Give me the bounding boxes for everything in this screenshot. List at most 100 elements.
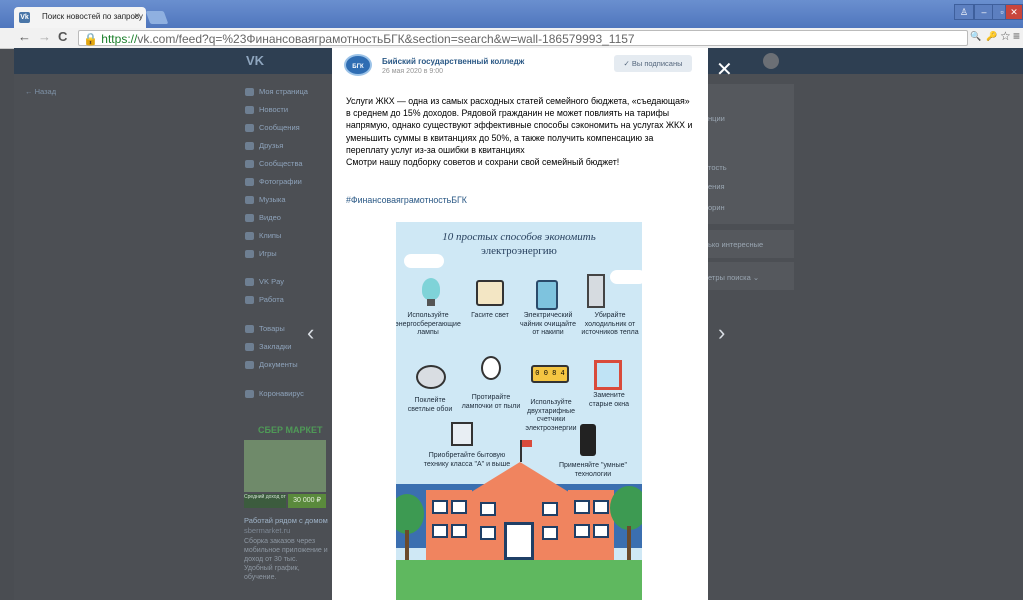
- sidebar-item[interactable]: Коронавирус: [259, 389, 304, 398]
- next-photo-arrow-icon[interactable]: ›: [718, 320, 725, 346]
- lock-icon: 🔒: [83, 32, 98, 46]
- post-author[interactable]: Бийский государственный колледж: [382, 57, 524, 66]
- ad-site[interactable]: sbermarket.ru: [244, 526, 290, 535]
- college-logo[interactable]: БГК: [344, 54, 372, 76]
- post-text-body: Услуги ЖКХ — одна из самых расходных ста…: [346, 96, 693, 155]
- post-text: Услуги ЖКХ — одна из самых расходных ста…: [346, 95, 696, 168]
- right-item[interactable]: тость: [708, 163, 727, 172]
- menu-item-icon: [245, 278, 254, 286]
- tip-5: Поклейте светлые обои: [407, 397, 453, 413]
- sidebar-item[interactable]: Новости: [259, 105, 288, 114]
- sidebar-item[interactable]: Видео: [259, 213, 281, 222]
- sidebar-item[interactable]: Товары: [259, 324, 285, 333]
- right-item[interactable]: орин: [708, 203, 725, 212]
- window: [593, 500, 609, 514]
- avatar[interactable]: [763, 53, 779, 69]
- reload-icon[interactable]: C: [58, 29, 67, 44]
- tree-trunk: [405, 530, 409, 560]
- lamp-base-icon: [427, 299, 435, 306]
- tip-3: Электрический чайник очищайте от накипи: [519, 312, 577, 336]
- close-viewer-icon[interactable]: ✕: [716, 57, 733, 82]
- window-close-button[interactable]: ✕: [1005, 4, 1023, 20]
- zoom-icon[interactable]: 🔍: [970, 31, 981, 42]
- sidebar-item[interactable]: Документы: [259, 360, 298, 369]
- tip-7: Используйте двухтарифные счетчики электр…: [525, 399, 577, 432]
- sidebar-item[interactable]: Сообщества: [259, 159, 303, 168]
- ad-image[interactable]: [244, 440, 326, 492]
- sidebar-item[interactable]: Друзья: [259, 141, 283, 150]
- minimize-button[interactable]: –: [974, 4, 994, 20]
- sidebar-item[interactable]: Моя страница: [259, 87, 308, 96]
- tab-title: Поиск новостей по запросу: [42, 12, 143, 21]
- menu-item-icon: [245, 390, 254, 398]
- menu-icon[interactable]: ≡: [1013, 29, 1020, 43]
- light-switch-icon: [476, 280, 504, 306]
- menu-item-icon: [245, 106, 254, 114]
- tip-2: Гасите свет: [471, 312, 509, 319]
- infographic-title-line2: электроэнергию: [481, 245, 557, 257]
- window: [542, 526, 558, 540]
- key-icon[interactable]: 🔑: [986, 31, 997, 42]
- menu-item-icon: [245, 214, 254, 222]
- tree-trunk: [627, 526, 631, 560]
- tree-right: [610, 486, 642, 530]
- user-icon[interactable]: ♙: [954, 4, 974, 20]
- ad-price: 30 000 ₽: [288, 494, 326, 508]
- infographic[interactable]: 10 простых способов экономить электроэне…: [396, 222, 642, 600]
- ad-small: Средний доход от: [244, 494, 286, 508]
- cloud-right: [610, 270, 642, 284]
- menu-item-icon: [245, 325, 254, 333]
- infographic-title-line1: 10 простых способов экономить: [442, 231, 596, 243]
- menu-item-icon: [245, 88, 254, 96]
- back-link[interactable]: ← Назад: [25, 87, 56, 96]
- sidebar-item[interactable]: Клипы: [259, 231, 281, 240]
- ad-title[interactable]: Работай рядом с домом: [244, 516, 328, 525]
- right-item[interactable]: етры поиска ⌄: [708, 273, 759, 282]
- tip-4: Убирайте холодильник от источников тепла: [581, 312, 639, 336]
- prev-photo-arrow-icon[interactable]: ‹: [307, 320, 314, 346]
- menu-item-icon: [245, 142, 254, 150]
- washing-machine-icon: [451, 422, 473, 446]
- tip-1: Используйте энергосберегающие лампы: [396, 312, 461, 336]
- ad-text: Сборка заказов через мобильное приложени…: [244, 538, 328, 581]
- right-item[interactable]: ько интересные: [708, 240, 763, 249]
- bulb-icon: [481, 356, 501, 380]
- window: [451, 500, 467, 514]
- post-date[interactable]: 26 мая 2020 в 9:00: [382, 68, 443, 75]
- tip-8: Замените старые окна: [589, 392, 629, 408]
- right-item[interactable]: ения: [708, 182, 725, 191]
- wallpaper-roll-icon: [416, 365, 446, 389]
- menu-item-icon: [245, 160, 254, 168]
- sidebar-item[interactable]: Фотографии: [259, 177, 302, 186]
- forward-icon[interactable]: →: [38, 29, 51, 44]
- sidebar-item[interactable]: Игры: [259, 249, 277, 258]
- url-text: vk.com/feed?q=%23ФинансоваяграмотностьБГ…: [137, 32, 635, 46]
- window: [432, 524, 448, 538]
- flag-icon: [522, 440, 532, 447]
- menu-item-icon: [245, 343, 254, 351]
- right-item[interactable]: нции: [708, 114, 725, 123]
- menu-item-icon: [245, 196, 254, 204]
- window: [451, 524, 467, 538]
- window: [574, 500, 590, 514]
- address-bar[interactable]: 🔒 https://vk.com/feed?q=%23Финансоваягра…: [78, 30, 968, 46]
- vk-logo[interactable]: VK: [246, 53, 264, 68]
- post-modal: БГК Бийский государственный колледж 26 м…: [332, 48, 708, 600]
- post-hashtag[interactable]: #ФинансоваяграмотностьБГК: [346, 195, 467, 205]
- menu-item-icon: [245, 361, 254, 369]
- sidebar-item[interactable]: Работа: [259, 295, 284, 304]
- tab-close-icon[interactable]: ×: [134, 11, 140, 22]
- subscribed-button[interactable]: ✓ Вы подписаны: [614, 55, 692, 72]
- back-icon[interactable]: ←: [18, 29, 31, 44]
- sidebar-item[interactable]: Сообщения: [259, 123, 300, 132]
- url-secure: https://: [101, 32, 138, 46]
- browser-tab[interactable]: Vk Поиск новостей по запросу ×: [14, 7, 146, 28]
- bookmark-star-icon[interactable]: ☆: [1000, 29, 1011, 43]
- window-icon: [594, 360, 622, 390]
- sidebar-item[interactable]: VK Pay: [259, 277, 284, 286]
- window: [480, 526, 496, 540]
- sidebar-item[interactable]: Закладки: [259, 342, 291, 351]
- ad-brand: СБЕР МАРКЕТ: [258, 425, 323, 435]
- fridge-icon: [587, 274, 605, 308]
- sidebar-item[interactable]: Музыка: [259, 195, 286, 204]
